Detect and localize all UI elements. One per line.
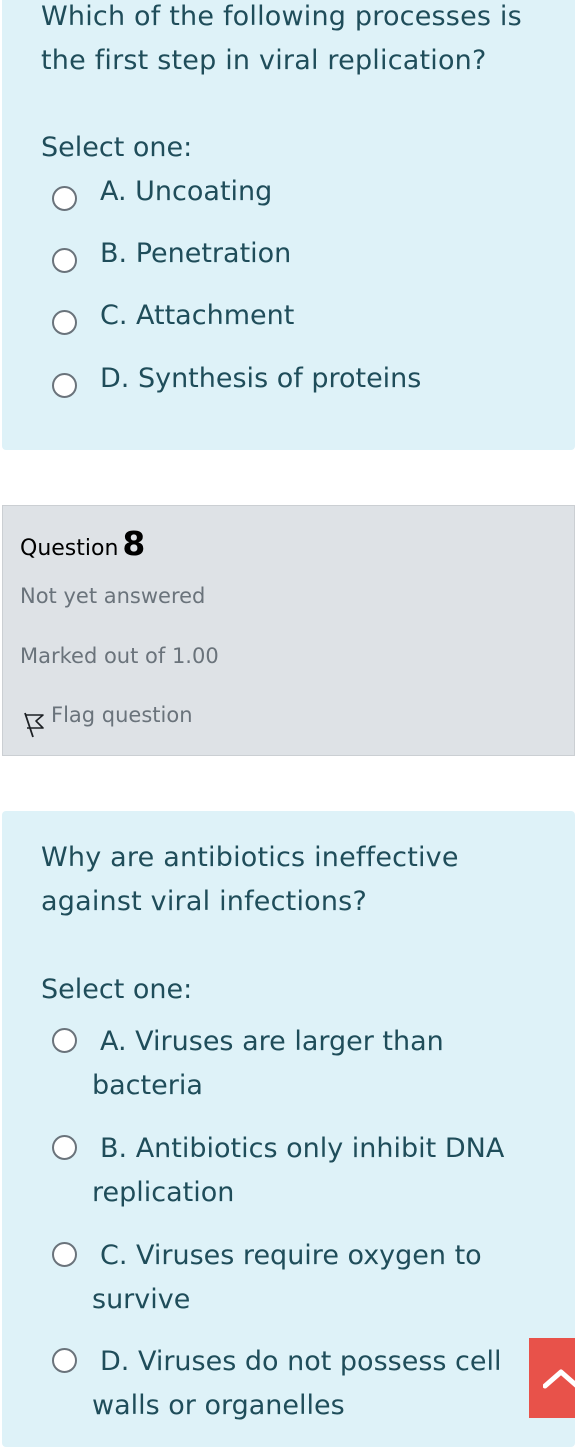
radio-button[interactable]	[52, 186, 77, 211]
select-one-prompt: Select one:	[41, 132, 193, 163]
select-one-prompt: Select one:	[41, 974, 193, 1005]
radio-button[interactable]	[52, 1028, 77, 1053]
answer-option-label: C. Viruses require oxygen to survive	[92, 1240, 482, 1315]
answer-option-label: A. Viruses are larger than bacteria	[92, 1026, 444, 1101]
answer-option-label: A. Uncoating	[100, 176, 273, 207]
radio-button[interactable]	[52, 310, 77, 335]
flag-question-link[interactable]: Flag question	[51, 703, 193, 727]
chevron-up-icon	[543, 1369, 575, 1389]
answer-option-label: B. Antibiotics only inhibit DNA replicat…	[92, 1133, 505, 1208]
question-7-content: Which of the following processes is the …	[2, 0, 575, 450]
question-8-content: Why are antibiotics ineffective against …	[2, 811, 575, 1447]
question-label: Question	[20, 536, 119, 561]
radio-button[interactable]	[52, 1242, 77, 1267]
answer-state: Not yet answered	[20, 584, 206, 608]
radio-button[interactable]	[52, 248, 77, 273]
question-text: Why are antibiotics ineffective against …	[41, 842, 459, 917]
answer-option-label: C. Attachment	[100, 300, 295, 331]
question-heading: Question 8	[20, 524, 145, 563]
question-8-info: Question 8 Not yet answered Marked out of…	[2, 505, 575, 756]
question-number: 8	[122, 524, 146, 563]
radio-button[interactable]	[52, 1348, 77, 1373]
answer-option-label: B. Penetration	[100, 238, 292, 269]
question-text: Which of the following processes is the …	[41, 1, 522, 76]
answer-option-label: D. Synthesis of proteins	[100, 363, 422, 394]
radio-button[interactable]	[52, 1135, 77, 1160]
flag-icon[interactable]	[21, 709, 47, 739]
scroll-to-top-button[interactable]	[529, 1338, 575, 1418]
radio-button[interactable]	[52, 373, 77, 398]
answer-option-label: D. Viruses do not possess cell walls or …	[92, 1346, 502, 1421]
question-grade: Marked out of 1.00	[20, 644, 219, 668]
